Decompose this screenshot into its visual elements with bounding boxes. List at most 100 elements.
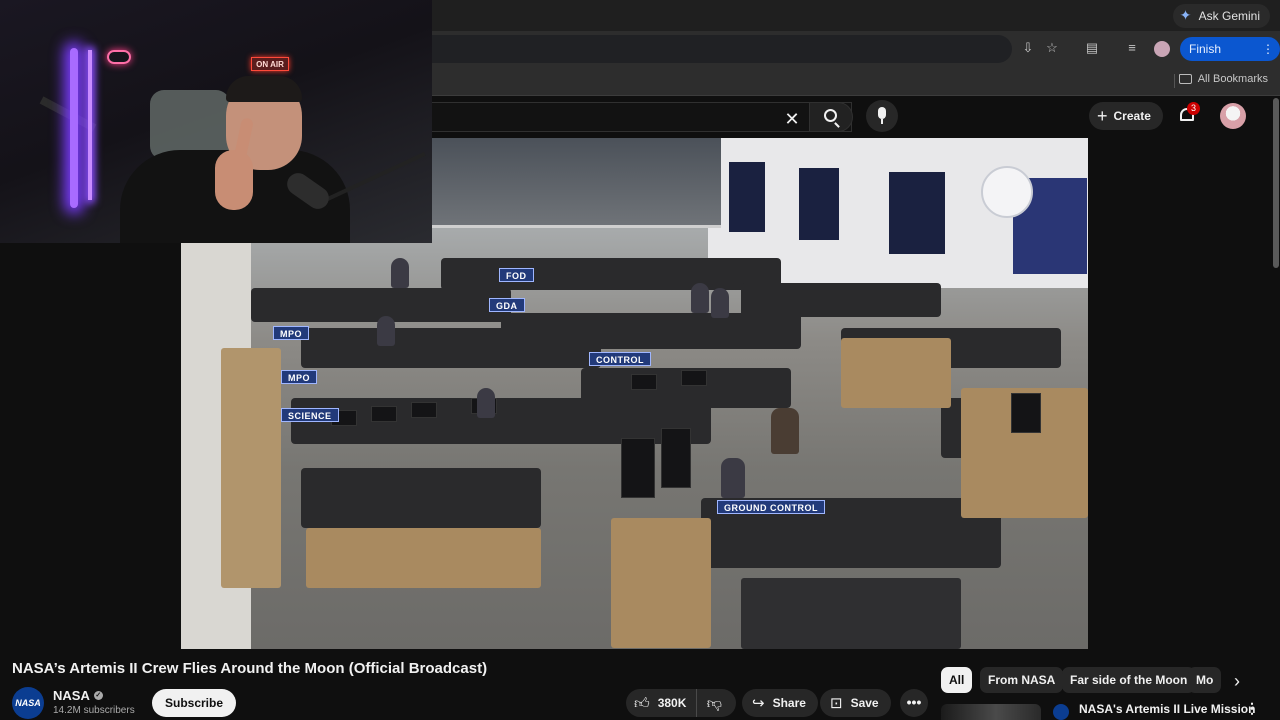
create-label: Create <box>1113 109 1151 123</box>
recommended-thumbnail[interactable] <box>941 704 1041 720</box>
person <box>721 458 745 498</box>
bookmarks-bar: All Bookmarks <box>432 67 1280 96</box>
gemini-sparkle-icon <box>1180 7 1193 24</box>
chip-all[interactable]: All <box>941 667 973 693</box>
create-button[interactable]: + Create <box>1089 102 1163 130</box>
person <box>691 283 709 313</box>
mission-banner <box>729 162 765 232</box>
finish-update-button[interactable]: Finish update ⋮ <box>1180 37 1280 80</box>
desk <box>611 518 711 648</box>
thumbs-down-icon: 👎︎ <box>706 694 722 712</box>
monitor <box>411 402 437 418</box>
browser-menu-icon[interactable]: ⋮ <box>1262 37 1274 61</box>
all-bookmarks-label: All Bookmarks <box>1197 73 1268 85</box>
desk <box>221 348 281 588</box>
account-avatar[interactable] <box>1220 103 1246 129</box>
recommended-menu-icon[interactable]: ⋮ <box>1245 700 1259 717</box>
notification-badge: 3 <box>1187 102 1200 115</box>
ufo-neon-sign <box>107 50 131 64</box>
like-count: 380K <box>657 696 687 710</box>
more-actions-button[interactable]: ••• <box>900 689 928 717</box>
dislike-button[interactable]: 👎︎ <box>697 689 731 717</box>
console-sign: MPO <box>281 370 318 384</box>
person <box>711 288 729 318</box>
console-row <box>741 283 941 317</box>
console-sign: CONTROL <box>589 352 651 366</box>
save-label: Save <box>850 696 879 710</box>
neon-light <box>70 48 78 208</box>
mission-banner <box>889 172 945 254</box>
browser-profile-avatar[interactable] <box>1154 41 1170 57</box>
console-row <box>301 468 541 528</box>
share-icon: ↪ <box>752 694 765 712</box>
save-button[interactable]: ⊡ Save <box>820 689 891 717</box>
chip-more[interactable]: Mo <box>1188 667 1221 693</box>
person <box>771 408 799 454</box>
plus-icon: + <box>1097 106 1108 126</box>
person <box>477 388 495 418</box>
streamer-hair <box>226 76 302 102</box>
ask-gemini-button[interactable]: Ask Gemini <box>1172 4 1270 28</box>
like-dislike-group: 👍︎ 380K 👎︎ <box>626 689 736 717</box>
console-sign: GROUND CONTROL <box>717 500 825 514</box>
chip-far-side-of-the-moon[interactable]: Far side of the Moon <box>1062 667 1196 693</box>
address-bar[interactable] <box>432 35 1012 63</box>
browser-toolbar: ⇩ ☆ ▤ ≡ Finish update ⋮ <box>432 31 1280 80</box>
desk <box>306 528 541 588</box>
recommended-channel-avatar <box>1053 704 1069 720</box>
search-input[interactable]: ✕ <box>432 102 852 132</box>
neon-light <box>88 50 92 200</box>
clear-search-icon[interactable]: ✕ <box>782 109 802 129</box>
share-label: Share <box>772 696 806 710</box>
mic-stand <box>881 119 883 124</box>
chip-from-nasa[interactable]: From NASA <box>980 667 1064 693</box>
desk <box>741 578 961 649</box>
console-sign: SCIENCE <box>281 408 339 422</box>
streamer-hand <box>215 150 253 210</box>
desk <box>841 338 951 408</box>
media-controls-icon[interactable]: ≡ <box>1124 40 1140 56</box>
monitor <box>1011 393 1041 433</box>
console-row <box>501 313 801 349</box>
monitor <box>681 370 707 386</box>
webcam-overlay: ON AIR <box>0 0 432 243</box>
recommended-title[interactable]: NASA's Artemis II Live Mission <box>1079 702 1255 716</box>
mic-icon <box>878 107 886 119</box>
save-icon: ⊡ <box>830 694 843 712</box>
console-sign: MPO <box>273 326 310 340</box>
folder-icon <box>1178 74 1192 84</box>
chevron-right-icon[interactable]: › <box>1226 670 1248 692</box>
like-button[interactable]: 👍︎ 380K <box>626 689 698 717</box>
search-icon <box>824 109 837 122</box>
mission-banner <box>799 168 839 240</box>
subscribe-button[interactable]: Subscribe <box>152 689 237 717</box>
monitor <box>661 428 691 488</box>
related-chips-bar: All From NASA Far side of the Moon Mo <box>941 667 1221 693</box>
channel-name[interactable]: NASA <box>53 688 90 703</box>
recommended-video[interactable]: NASA's Artemis II Live Mission ⋮ <box>941 700 1261 720</box>
person <box>377 316 395 346</box>
subscriber-count: 14.2M subscribers <box>53 705 135 716</box>
monitor <box>371 406 397 422</box>
scrollbar-thumb[interactable] <box>1273 98 1279 268</box>
channel-name-row[interactable]: NASA ✓ <box>53 688 103 703</box>
share-button[interactable]: ↪ Share <box>742 689 818 717</box>
browser-tab-strip: Ask Gemini <box>432 0 1280 31</box>
ask-gemini-label: Ask Gemini <box>1198 9 1260 23</box>
console-sign: FOD <box>499 268 534 282</box>
nasa-seal <box>981 166 1033 218</box>
voice-search-button[interactable] <box>866 100 898 132</box>
monitor <box>631 374 657 390</box>
monitor <box>621 438 655 498</box>
search-button[interactable] <box>809 102 853 132</box>
notifications-button[interactable]: 3 <box>1178 102 1200 124</box>
all-bookmarks-button[interactable]: All Bookmarks <box>1178 73 1268 85</box>
reading-mode-icon[interactable]: ▤ <box>1084 40 1100 56</box>
channel-avatar[interactable]: NASA <box>12 687 44 719</box>
console-row <box>441 258 781 290</box>
bookmark-star-icon[interactable]: ☆ <box>1044 40 1060 56</box>
verified-badge-icon: ✓ <box>93 691 103 700</box>
page-scrollbar[interactable] <box>1272 96 1280 720</box>
console-sign: GDA <box>489 298 525 312</box>
install-app-icon[interactable]: ⇩ <box>1020 40 1036 56</box>
